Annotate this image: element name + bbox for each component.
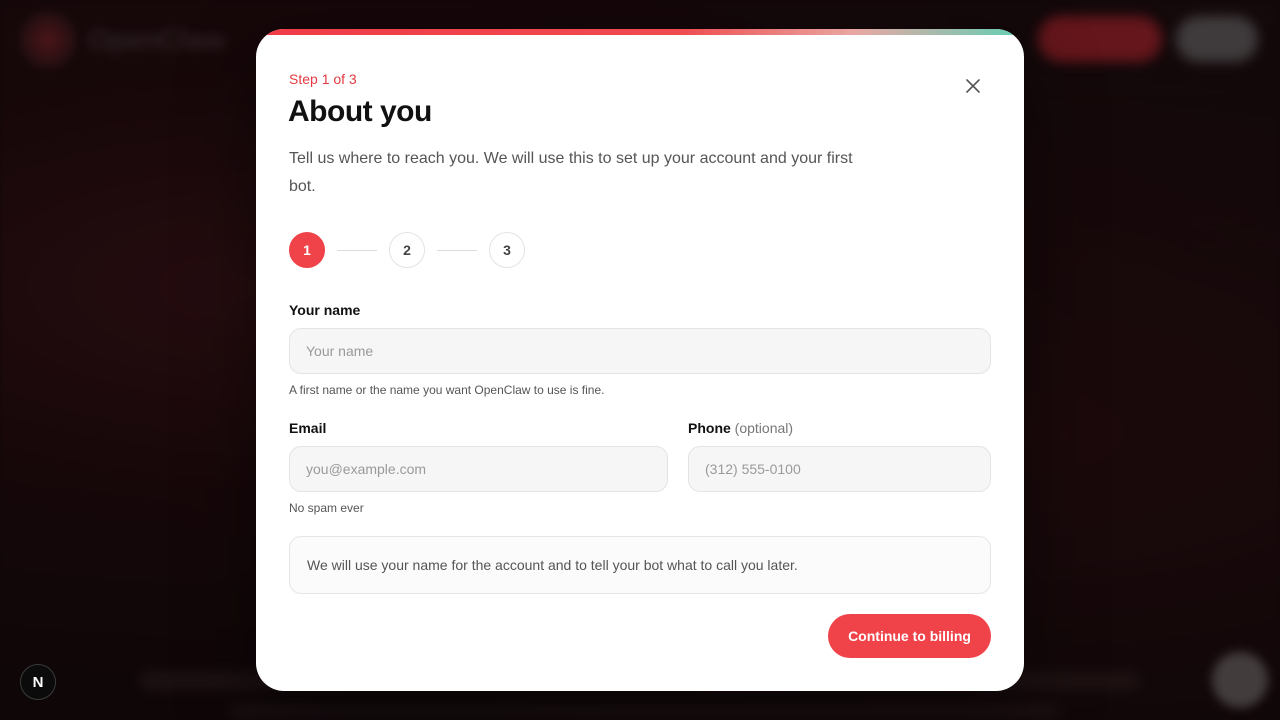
phone-label-text: Phone (688, 420, 731, 436)
close-button[interactable] (960, 73, 986, 99)
phone-optional-text: (optional) (734, 420, 794, 436)
step-connector (437, 249, 477, 251)
name-label: Your name (289, 302, 361, 318)
continue-to-billing-button[interactable]: Continue to billing (828, 614, 991, 658)
modal-subtitle: Tell us where to reach you. We will use … (289, 150, 853, 195)
email-help-text: No spam ever (289, 501, 364, 515)
name-help-text: A first name or the name you want OpenCl… (289, 383, 605, 397)
step-indicator-3: 3 (489, 232, 525, 268)
name-input[interactable] (289, 328, 991, 374)
email-label: Email (289, 420, 327, 436)
step-indicator-1: 1 (289, 232, 325, 268)
onboarding-modal: Step 1 of 3 About you Tell us where to r… (256, 29, 1024, 691)
close-icon (966, 79, 980, 93)
progress-stepper: 1 2 3 (289, 232, 525, 268)
info-note: We will use your name for the account an… (289, 536, 991, 594)
phone-input[interactable] (688, 446, 991, 492)
step-indicator-2: 2 (389, 232, 425, 268)
phone-label: Phone (optional) (688, 420, 793, 436)
modal-title: About you (288, 95, 432, 128)
step-connector (337, 249, 377, 251)
step-label: Step 1 of 3 (289, 71, 357, 87)
email-input[interactable] (289, 446, 668, 492)
nextjs-dev-badge[interactable]: N (20, 664, 56, 700)
modal-accent-bar (256, 29, 1024, 35)
